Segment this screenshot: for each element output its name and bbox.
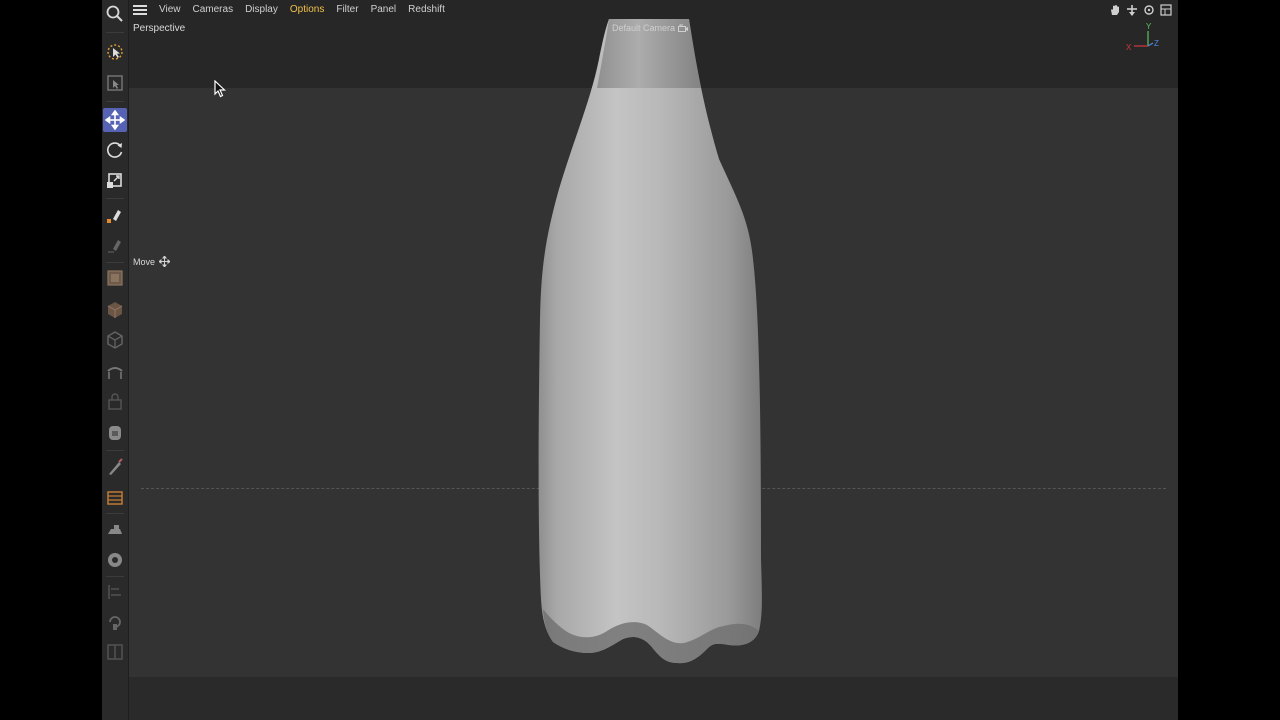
- hand-icon[interactable]: [1109, 3, 1121, 15]
- rotate-view-tool-icon[interactable]: [103, 610, 127, 634]
- subdivision-tool-icon[interactable]: [103, 298, 127, 322]
- refresh-icon[interactable]: [1143, 3, 1155, 15]
- menu-cameras[interactable]: Cameras: [187, 0, 240, 19]
- move-icon: [159, 256, 171, 267]
- spline-tool-icon[interactable]: [103, 360, 127, 384]
- move-tool-icon[interactable]: [103, 108, 127, 132]
- cube-tool-icon[interactable]: [103, 266, 127, 290]
- tool-hint-label: Move: [133, 256, 156, 267]
- target-tool-icon[interactable]: [103, 548, 127, 572]
- lock-tool-icon[interactable]: [103, 390, 127, 414]
- axis-gizmo: Y X Z: [1126, 22, 1159, 52]
- align-tool-icon[interactable]: [103, 580, 127, 604]
- view-name-label: Perspective: [133, 23, 186, 34]
- tool-hint: Move: [133, 256, 171, 267]
- maximize-icon[interactable]: [1160, 3, 1172, 16]
- menu-filter[interactable]: Filter: [330, 0, 364, 19]
- search-icon[interactable]: [103, 2, 127, 26]
- scale-tool-icon[interactable]: [103, 168, 127, 192]
- tool-palette: [102, 0, 129, 720]
- z-axis-label: Z: [1154, 39, 1159, 48]
- pan-down-icon[interactable]: [1126, 3, 1138, 16]
- iron-tool-icon[interactable]: [103, 518, 127, 542]
- menu-view[interactable]: View: [153, 0, 187, 19]
- split-panel-tool-icon[interactable]: [103, 640, 127, 664]
- hamburger-menu-icon[interactable]: [133, 0, 147, 19]
- deformer-tool-icon[interactable]: [103, 328, 127, 352]
- brush-tool-icon[interactable]: [103, 455, 127, 479]
- menu-display[interactable]: Display: [239, 0, 284, 19]
- select-tool-icon[interactable]: [103, 40, 127, 64]
- camera-lock-icon: [678, 24, 689, 32]
- camera-tool-icon[interactable]: [103, 421, 127, 445]
- layers-tool-icon[interactable]: [103, 486, 127, 510]
- y-axis-label: Y: [1146, 22, 1152, 31]
- menu-redshift[interactable]: Redshift: [402, 0, 451, 19]
- viewport-menubar: View Cameras Display Options Filter Pane…: [129, 0, 1178, 19]
- viewport-bottom-strip: [129, 677, 1178, 720]
- x-axis-label: X: [1126, 43, 1132, 52]
- z-axis-line: [1147, 42, 1154, 47]
- menu-panel[interactable]: Panel: [365, 0, 403, 19]
- sketch-tool-icon[interactable]: [103, 233, 127, 257]
- camera-label[interactable]: Default Camera: [612, 23, 689, 33]
- menu-options[interactable]: Options: [284, 0, 330, 19]
- pen-tool-icon[interactable]: [103, 203, 127, 227]
- mouse-cursor-icon: [214, 80, 226, 98]
- 3d-viewport[interactable]: Perspective Default Camera Move Y X Z: [129, 19, 1178, 677]
- camera-name: Default Camera: [612, 23, 676, 33]
- bottle-model[interactable]: [129, 19, 1178, 677]
- app-window: View Cameras Display Options Filter Pane…: [102, 0, 1178, 720]
- render-region-tool-icon[interactable]: [103, 71, 127, 95]
- rotate-tool-icon[interactable]: [103, 138, 127, 162]
